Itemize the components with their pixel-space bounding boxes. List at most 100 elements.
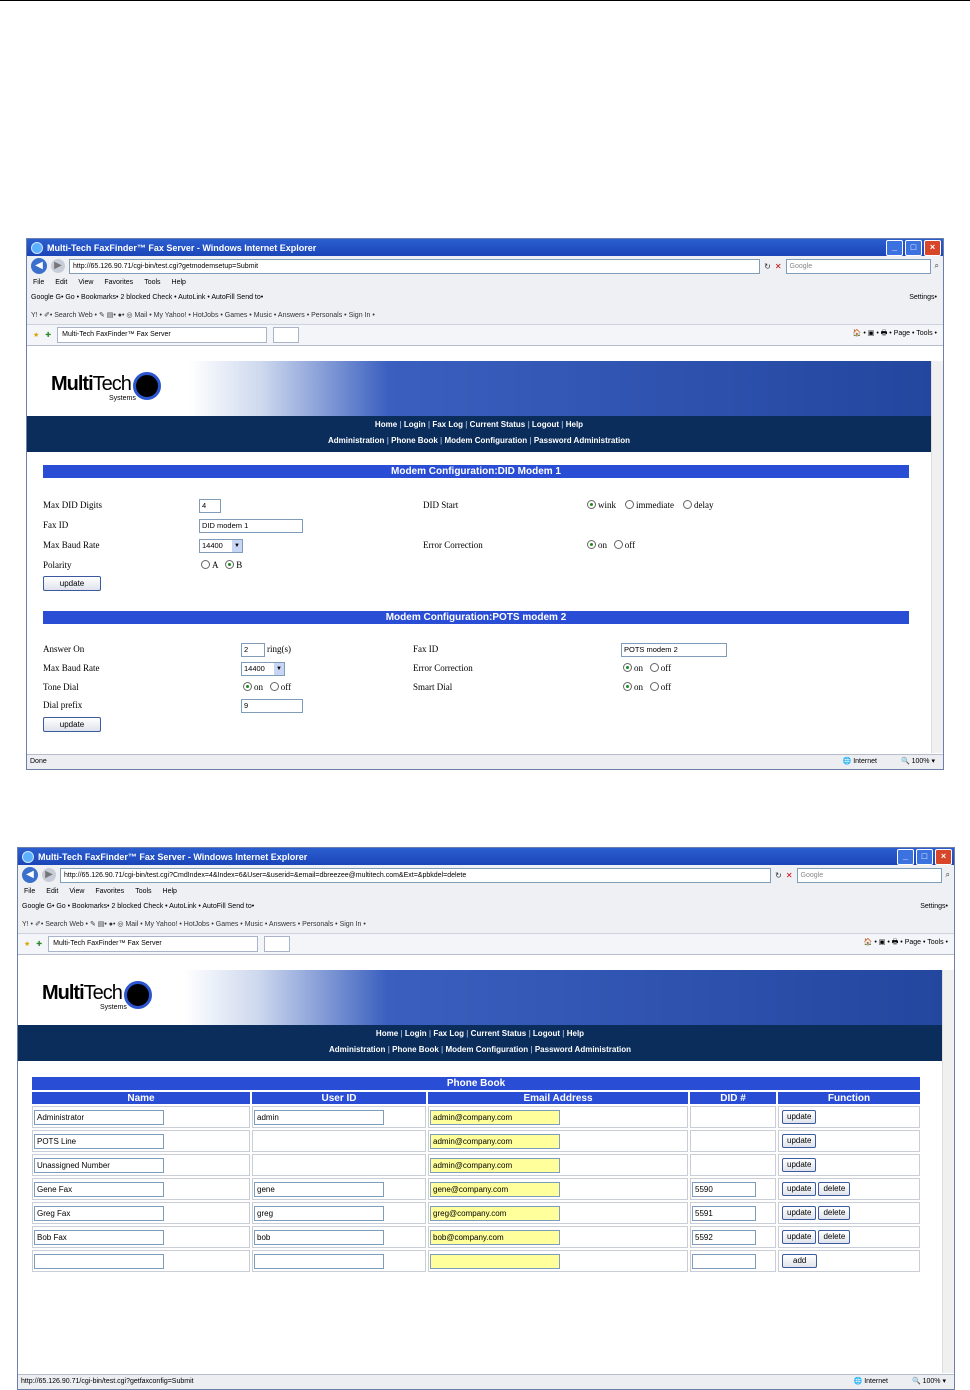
- menu-file[interactable]: File: [33, 279, 44, 286]
- update-button[interactable]: update: [782, 1158, 817, 1172]
- max-did-digits-field[interactable]: 4: [199, 499, 221, 513]
- did-field[interactable]: 5590: [692, 1181, 756, 1197]
- polarity-b-radio[interactable]: [225, 560, 235, 570]
- new-name-field[interactable]: [34, 1253, 164, 1269]
- forward-icon[interactable]: ▶: [51, 259, 65, 273]
- nav-link-help[interactable]: Help: [566, 420, 583, 429]
- favorites-star-icon[interactable]: ★: [33, 331, 39, 339]
- did-start-immediate-radio[interactable]: [625, 500, 634, 510]
- command-bar[interactable]: 🏠 • ▣ • 🖶 • Page • Tools •: [864, 938, 948, 949]
- menu-help[interactable]: Help: [172, 279, 186, 286]
- nav-link-phone-book[interactable]: Phone Book: [391, 436, 438, 445]
- google-toolbar-items[interactable]: Google G• Go • Bookmarks• 2 blocked Chec…: [22, 903, 254, 910]
- back-icon[interactable]: ◀: [31, 258, 47, 274]
- user-id-field[interactable]: bob: [254, 1229, 384, 1245]
- back-icon[interactable]: ◀: [22, 867, 38, 883]
- user-id-field[interactable]: gene: [254, 1181, 384, 1197]
- fax-id-field[interactable]: DID modem 1: [199, 519, 303, 533]
- update-button[interactable]: update: [782, 1134, 817, 1148]
- name-field[interactable]: Administrator: [34, 1109, 164, 1125]
- menu-favorites[interactable]: Favorites: [95, 888, 124, 895]
- nav-link-administration[interactable]: Administration: [329, 1045, 385, 1054]
- google-toolbar-items[interactable]: Google G• Go • Bookmarks• 2 blocked Chec…: [31, 294, 263, 301]
- vertical-scrollbar[interactable]: [931, 361, 943, 753]
- search-input[interactable]: Google: [796, 867, 942, 883]
- nav-link-login[interactable]: Login: [404, 420, 426, 429]
- update-button[interactable]: update: [782, 1206, 817, 1220]
- did-start-wink-radio[interactable]: [587, 500, 596, 510]
- tab-faxfinder[interactable]: Multi-Tech FaxFinder™ Fax Server: [48, 936, 259, 952]
- nav-link-modem-configuration[interactable]: Modem Configuration: [444, 436, 527, 445]
- pots-max-baud-select[interactable]: 14400 ▼: [241, 662, 285, 676]
- nav-link-home[interactable]: Home: [375, 420, 397, 429]
- error-correction-off-radio[interactable]: [613, 540, 623, 550]
- nav-link-modem-configuration[interactable]: Modem Configuration: [445, 1045, 528, 1054]
- address-bar[interactable]: http://65.126.90.71/cgi-bin/test.cgi?get…: [69, 258, 761, 274]
- nav-link-password-administration[interactable]: Password Administration: [534, 436, 630, 445]
- search-icon[interactable]: ⌕: [946, 870, 950, 880]
- name-field[interactable]: Gene Fax: [34, 1181, 164, 1197]
- new-user-id-field[interactable]: [254, 1253, 384, 1269]
- email-field[interactable]: admin@company.com: [430, 1133, 560, 1149]
- nav-link-logout[interactable]: Logout: [532, 420, 559, 429]
- did-start-delay-radio[interactable]: [683, 500, 692, 510]
- menu-help[interactable]: Help: [163, 888, 177, 895]
- max-baud-select[interactable]: 14400 ▼: [199, 539, 243, 553]
- update-button[interactable]: update: [782, 1230, 817, 1244]
- refresh-icon[interactable]: ↻: [764, 262, 771, 271]
- new-did-field[interactable]: [692, 1253, 756, 1269]
- yahoo-toolbar-items[interactable]: Y! • ✐• Search Web • ✎ ▤• ●• ◎ Mail • My…: [22, 920, 366, 928]
- nav-link-current-status[interactable]: Current Status: [470, 420, 526, 429]
- email-field[interactable]: bob@company.com: [430, 1229, 560, 1245]
- add-button[interactable]: add: [782, 1254, 818, 1268]
- google-settings[interactable]: Settings•: [920, 903, 948, 910]
- name-field[interactable]: Unassigned Number: [34, 1157, 164, 1173]
- menu-view[interactable]: View: [78, 279, 93, 286]
- error-correction-on-radio[interactable]: [587, 540, 596, 550]
- email-field[interactable]: gene@company.com: [430, 1181, 560, 1197]
- new-tab-button[interactable]: [264, 936, 291, 952]
- google-settings[interactable]: Settings•: [909, 294, 937, 301]
- zoom-level[interactable]: 🔍 100% ▾: [912, 1375, 946, 1389]
- email-field[interactable]: admin@company.com: [430, 1109, 560, 1125]
- search-icon[interactable]: ⌕: [935, 261, 939, 271]
- nav-link-logout[interactable]: Logout: [533, 1029, 560, 1038]
- close-icon[interactable]: ×: [935, 849, 952, 865]
- update-button[interactable]: update: [782, 1182, 817, 1196]
- tab-faxfinder[interactable]: Multi-Tech FaxFinder™ Fax Server: [57, 327, 268, 343]
- tone-dial-off-radio[interactable]: [269, 682, 279, 692]
- nav-link-login[interactable]: Login: [405, 1029, 427, 1038]
- menu-view[interactable]: View: [69, 888, 84, 895]
- did-field[interactable]: 5591: [692, 1205, 756, 1221]
- user-id-field[interactable]: admin: [254, 1109, 384, 1125]
- name-field[interactable]: Bob Fax: [34, 1229, 164, 1245]
- stop-icon[interactable]: ✕: [786, 871, 793, 880]
- nav-link-phone-book[interactable]: Phone Book: [392, 1045, 439, 1054]
- email-field[interactable]: admin@company.com: [430, 1157, 560, 1173]
- pots-fax-id-field[interactable]: POTS modem 2: [621, 643, 727, 657]
- menu-tools[interactable]: Tools: [144, 279, 160, 286]
- menu-favorites[interactable]: Favorites: [104, 279, 133, 286]
- minimize-icon[interactable]: _: [886, 240, 903, 256]
- command-bar[interactable]: 🏠 • ▣ • 🖶 • Page • Tools •: [853, 329, 937, 340]
- forward-icon[interactable]: ▶: [42, 868, 56, 882]
- search-input[interactable]: Google: [785, 258, 931, 274]
- menu-tools[interactable]: Tools: [135, 888, 151, 895]
- nav-link-help[interactable]: Help: [567, 1029, 584, 1038]
- favorites-star-icon[interactable]: ★: [24, 940, 30, 948]
- answer-on-field[interactable]: 2: [241, 643, 265, 657]
- delete-button[interactable]: delete: [818, 1206, 851, 1220]
- pots-error-correction-off-radio[interactable]: [649, 663, 659, 673]
- name-field[interactable]: Greg Fax: [34, 1205, 164, 1221]
- smart-dial-off-radio[interactable]: [649, 682, 659, 692]
- close-icon[interactable]: ×: [924, 240, 941, 256]
- address-bar[interactable]: http://65.126.90.71/cgi-bin/test.cgi?Cmd…: [60, 867, 772, 883]
- did-field[interactable]: 5592: [692, 1229, 756, 1245]
- nav-link-administration[interactable]: Administration: [328, 436, 384, 445]
- minimize-icon[interactable]: _: [897, 849, 914, 865]
- add-favorites-icon[interactable]: ✚: [45, 331, 51, 339]
- vertical-scrollbar[interactable]: [942, 970, 954, 1373]
- add-favorites-icon[interactable]: ✚: [36, 940, 42, 948]
- update-button-did[interactable]: update: [43, 576, 101, 591]
- update-button-pots[interactable]: update: [43, 717, 101, 732]
